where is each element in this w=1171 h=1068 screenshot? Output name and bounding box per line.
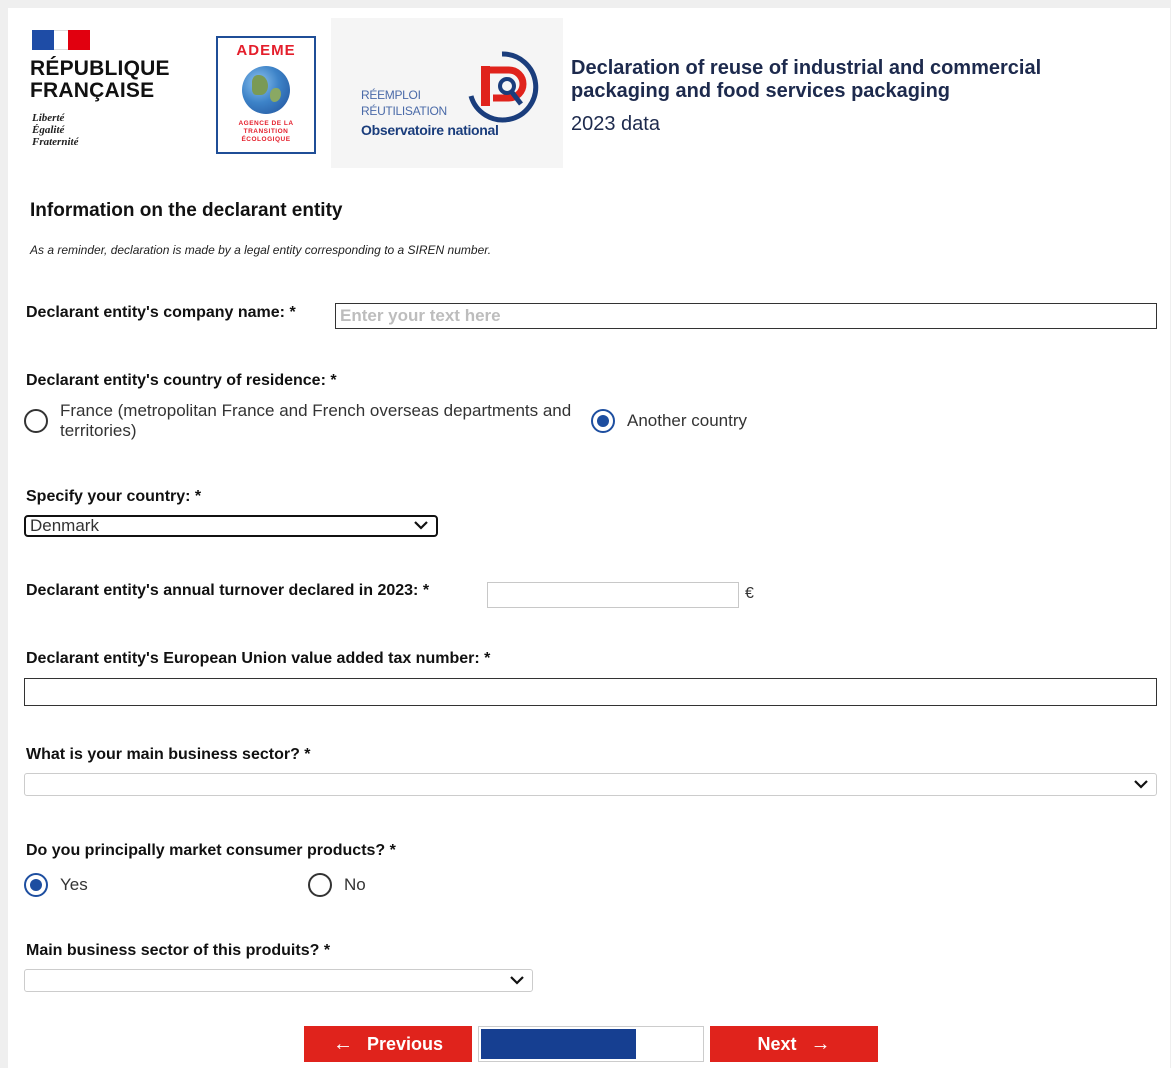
- republique-motto: Liberté Égalité Fraternité: [32, 112, 79, 148]
- chevron-down-icon: [510, 975, 524, 985]
- business-sector-select[interactable]: [24, 773, 1157, 796]
- company-name-input[interactable]: [335, 303, 1157, 329]
- company-name-label: Declarant entity's company name: *: [26, 304, 296, 321]
- vat-number-input[interactable]: [24, 678, 1157, 706]
- consumer-option-yes-label: Yes: [60, 875, 88, 894]
- arrow-left-icon: ←: [332, 1032, 353, 1055]
- radio-yes[interactable]: [24, 873, 48, 897]
- country-option-other[interactable]: Another country: [591, 409, 747, 433]
- progress-bar-fill: [481, 1029, 636, 1059]
- consumer-option-yes[interactable]: Yes: [24, 873, 88, 897]
- progress-bar: [478, 1026, 704, 1062]
- consumer-option-no[interactable]: No: [308, 873, 366, 897]
- globe-icon: [242, 66, 290, 114]
- page: [8, 8, 1170, 1068]
- chevron-down-icon: [1134, 779, 1148, 789]
- country-option-other-label: Another country: [627, 411, 748, 430]
- radio-france[interactable]: [24, 409, 48, 433]
- arrow-right-icon: →: [810, 1032, 831, 1055]
- country-option-france-label: France (metropolitan France and French o…: [60, 401, 572, 440]
- country-of-residence-label: Declarant entity's country of residence:…: [26, 372, 337, 389]
- observatoire-logo: RÉEMPLOI RÉUTILISATION Observatoire nati…: [331, 18, 563, 168]
- republique-francaise-logo: RÉPUBLIQUE FRANÇAISE Liberté Égalité Fra…: [30, 30, 180, 160]
- vat-number-label: Declarant entity's European Union value …: [26, 650, 491, 667]
- ademe-subtitle: AGENCE DE LA TRANSITION ÉCOLOGIQUE: [238, 120, 294, 143]
- turnover-label: Declarant entity's annual turnover decla…: [26, 582, 430, 599]
- country-option-france[interactable]: France (metropolitan France and French o…: [24, 401, 584, 441]
- section-title: Information on the declarant entity: [30, 200, 343, 221]
- country-select[interactable]: Denmark: [24, 515, 438, 537]
- siren-reminder: As a reminder, declaration is made by a …: [30, 243, 492, 257]
- observatoire-line-reutilisation: RÉUTILISATION: [361, 104, 447, 118]
- consumer-products-label: Do you principally market consumer produ…: [26, 842, 396, 859]
- previous-button-label: Previous: [366, 1033, 444, 1054]
- previous-button[interactable]: ← Previous: [304, 1026, 472, 1062]
- republique-francaise-name: RÉPUBLIQUE FRANÇAISE: [30, 57, 170, 102]
- observatoire-line-reemploi: RÉEMPLOI: [361, 88, 421, 102]
- turnover-input[interactable]: [487, 582, 739, 608]
- page-title: Declaration of reuse of industrial and c…: [571, 57, 1042, 102]
- product-sector-label: Main business sector of this produits? *: [26, 942, 331, 959]
- next-button-label: Next: [757, 1033, 797, 1054]
- radio-another-country[interactable]: [591, 409, 615, 433]
- ademe-title: ADEME: [236, 42, 296, 59]
- reuse-circle-icon: [468, 51, 539, 123]
- next-button[interactable]: Next →: [710, 1026, 878, 1062]
- chevron-down-icon: [414, 521, 428, 530]
- country-select-value: Denmark: [30, 516, 99, 535]
- specify-country-label: Specify your country: *: [26, 488, 202, 505]
- observatoire-line-national: Observatoire national: [361, 122, 499, 138]
- consumer-option-no-label: No: [344, 875, 366, 894]
- page-subtitle: 2023 data: [571, 113, 660, 135]
- marianne-flag-icon: [32, 30, 90, 50]
- radio-no[interactable]: [308, 873, 332, 897]
- ademe-logo: ADEME AGENCE DE LA TRANSITION ÉCOLOGIQUE: [216, 36, 316, 154]
- euro-unit: €: [745, 585, 754, 602]
- business-sector-label: What is your main business sector? *: [26, 746, 311, 763]
- product-sector-select[interactable]: [24, 969, 533, 992]
